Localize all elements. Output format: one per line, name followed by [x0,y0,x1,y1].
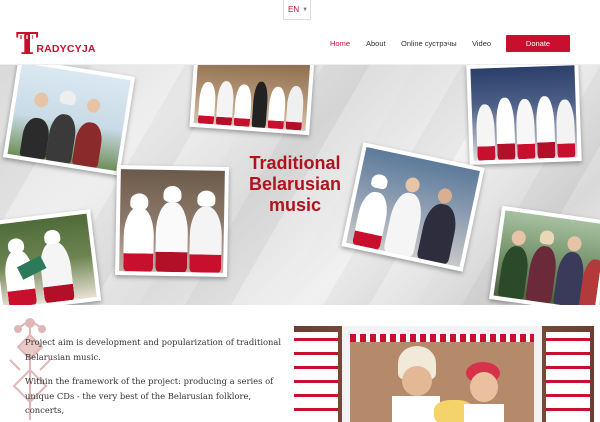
language-current: EN [288,5,300,14]
chevron-down-icon: ▼ [302,6,309,13]
hero-banner: Traditional Belarusian music [0,65,600,305]
language-bar: EN ▼ [0,0,600,22]
hero-photo-three-singers [115,165,229,277]
nav-about[interactable]: About [366,22,386,65]
nav-online-meetings[interactable]: Online сустрэчы [401,22,457,65]
hero-title-line2: Belarusian [248,174,342,194]
hero-photo-accordion-women [0,209,102,305]
about-paragraph-framework: Within the framework of the project: pro… [25,376,274,415]
hero-title-line3: music [268,195,322,215]
logo-text: RADYCYJA [36,43,96,55]
site-header: T RADYCYJA Home About Online сустрэчы Vi… [0,22,600,65]
about-section: Project aim is development and populariz… [0,305,600,422]
hero-title-line1: Traditional [249,153,341,173]
slider-prev-icon[interactable]: ‹ [303,399,307,411]
site-logo[interactable]: T RADYCYJA [16,27,96,62]
logo-initial: T [16,27,39,62]
hero-photo-choir-red [466,65,582,165]
hero-title: Traditional Belarusian music [222,153,368,216]
photo-slider[interactable] [294,326,594,422]
language-selector[interactable]: EN ▼ [283,0,311,20]
hero-photo-ensemble-stage [189,65,315,136]
hero-photo-village-group [488,205,600,305]
nav-video[interactable]: Video [472,22,491,65]
donate-button[interactable]: Donate [506,35,570,52]
hero-photo-women-outdoors [2,65,136,176]
nav-home[interactable]: Home [330,22,350,65]
about-text: Project aim is development and populariz… [25,335,283,422]
about-paragraph-aim: Project aim is development and populariz… [25,337,282,362]
